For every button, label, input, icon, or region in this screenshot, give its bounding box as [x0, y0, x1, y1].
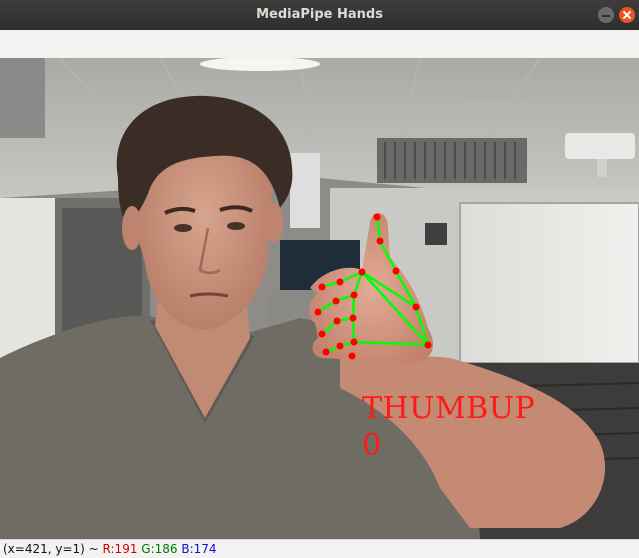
landmark-thumb-2 [392, 267, 400, 275]
minimize-button[interactable] [598, 7, 614, 23]
pixel-blue-value: B:174 [181, 542, 217, 556]
landmark-pinky-base [350, 338, 358, 346]
cursor-coordinates: (x=421, y=1) ~ [3, 542, 99, 556]
landmark-points [314, 213, 432, 360]
landmark-thumb-tip [373, 213, 381, 221]
pixel-red-value: R:191 [102, 542, 138, 556]
landmark-palm-extra [348, 352, 356, 360]
landmark-index-tip [318, 283, 326, 291]
landmark-thumb-3 [376, 237, 384, 245]
landmark-index-mid [336, 278, 344, 286]
landmark-ring-tip [318, 330, 326, 338]
landmark-ring-mid [333, 317, 341, 325]
count-label: 0 [362, 428, 382, 463]
landmark-pinky-mid [336, 342, 344, 350]
gesture-label: THUMBUP [362, 391, 536, 426]
landmark-index-base [358, 268, 366, 276]
toolbar [0, 30, 639, 59]
camera-view[interactable]: THUMBUP 0 [0, 58, 639, 539]
pixel-green-value: G:186 [141, 542, 178, 556]
thumb-connection [375, 216, 430, 346]
window-title: MediaPipe Hands [256, 7, 383, 22]
landmark-wrist [424, 341, 432, 349]
landmark-connections [317, 216, 430, 354]
landmark-ring-base [349, 314, 357, 322]
landmark-middle-tip [314, 308, 322, 316]
close-button[interactable] [619, 7, 635, 23]
status-bar: (x=421, y=1) ~ R:191 G:186 B:174 [0, 539, 639, 558]
landmark-pinky-tip [322, 348, 330, 356]
hand-landmarks [314, 213, 432, 360]
title-bar[interactable]: MediaPipe Hands [0, 0, 639, 30]
app-window: MediaPipe Hands THUMBUP 0 (x=421, y=1) ~… [0, 0, 639, 558]
landmark-middle-base [350, 291, 358, 299]
landmark-middle-mid [332, 297, 340, 305]
landmark-thumb-1 [412, 303, 420, 311]
